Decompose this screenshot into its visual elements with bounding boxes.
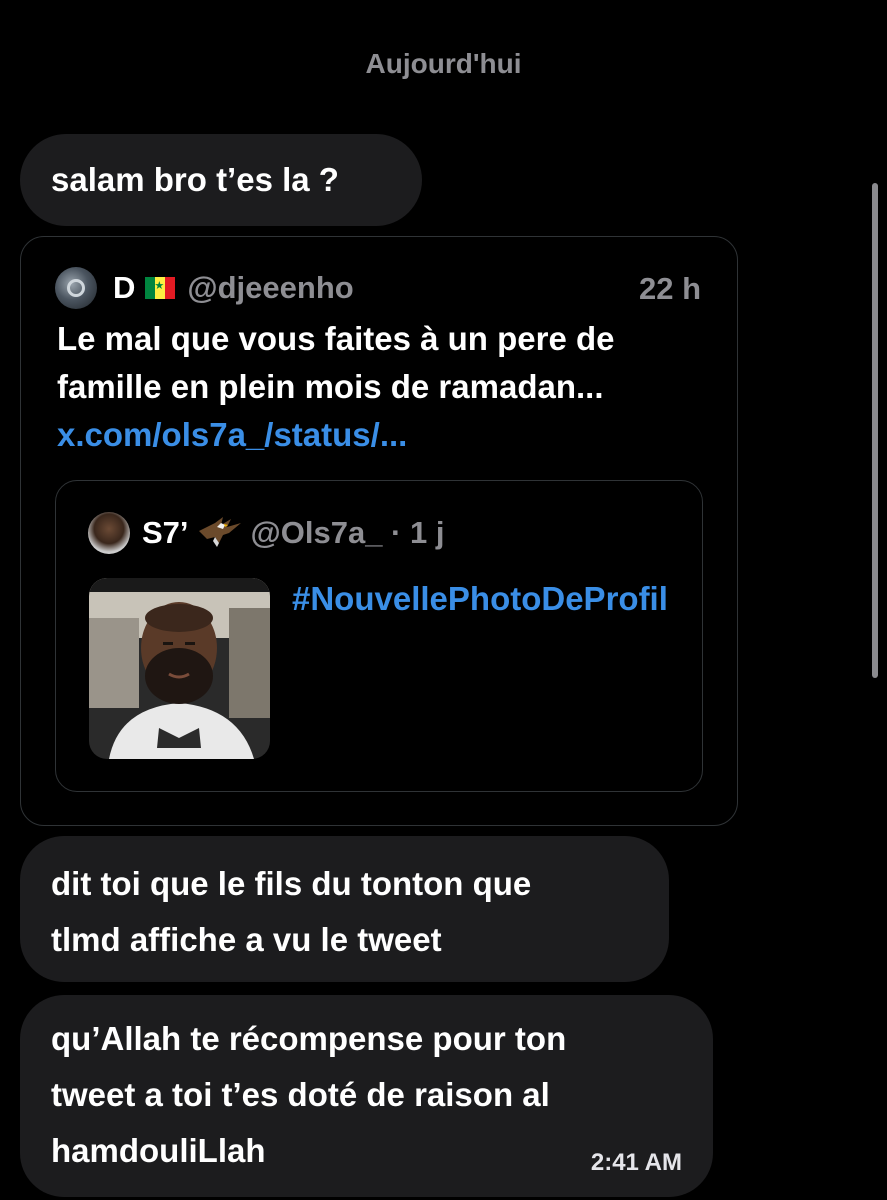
quoted-tweet-header: S7’ @Ols7a_ · 1 j [88, 511, 444, 555]
quoted-tweet-card[interactable]: S7’ @Ols7a_ · 1 j #NouvellePhotoDeProfil [55, 480, 703, 792]
tweet-text-line: Le mal que vous faites à un pere de [57, 320, 615, 357]
tweet-text-line: famille en plein mois de ramadan... [57, 368, 604, 405]
message-bubble[interactable]: dit toi que le fils du tonton que tlmd a… [20, 836, 669, 982]
author-avatar[interactable] [55, 267, 97, 309]
dm-conversation: Aujourd'hui salam bro t’es la ? D @djeee… [0, 0, 887, 1200]
tweet-text: Le mal que vous faites à un pere de fami… [57, 315, 707, 459]
message-bubble[interactable]: salam bro t’es la ? [20, 134, 422, 226]
author-handle: @djeeenho [187, 270, 354, 305]
quoted-tweet-photo[interactable] [89, 578, 270, 759]
eagle-icon [198, 517, 241, 547]
tweet-timestamp: 22 h [638, 271, 701, 306]
tweet-link[interactable]: x.com/ols7a_/status/... [57, 411, 707, 459]
message-text-line: dit toi que le fils du tonton que [51, 865, 532, 902]
scrollbar[interactable] [872, 183, 878, 678]
author-name: D [113, 270, 136, 305]
quoted-handle-time: @Ols7a_ · 1 j [250, 515, 445, 550]
message-bubble[interactable]: qu’Allah te récompense pour ton tweet a … [20, 995, 713, 1197]
message-text-line: tlmd affiche a vu le tweet [51, 921, 442, 958]
message-timestamp: 2:41 AM [590, 1149, 682, 1176]
quoted-author-avatar[interactable] [88, 512, 130, 554]
shared-tweet-card[interactable]: D @djeeenho 22 h Le mal que vous faites … [20, 236, 738, 826]
tweet-header: D @djeeenho [55, 265, 354, 311]
date-separator: Aujourd'hui [365, 48, 522, 79]
message-text: salam bro t’es la ? [51, 161, 339, 198]
quoted-author-name: S7’ [142, 515, 189, 550]
message-text-line: tweet a toi t’es doté de raison al [51, 1076, 550, 1113]
senegal-flag-icon [145, 277, 176, 299]
quoted-hashtag[interactable]: #NouvellePhotoDeProfil [292, 574, 672, 624]
message-text-line: qu’Allah te récompense pour ton [51, 1020, 567, 1057]
